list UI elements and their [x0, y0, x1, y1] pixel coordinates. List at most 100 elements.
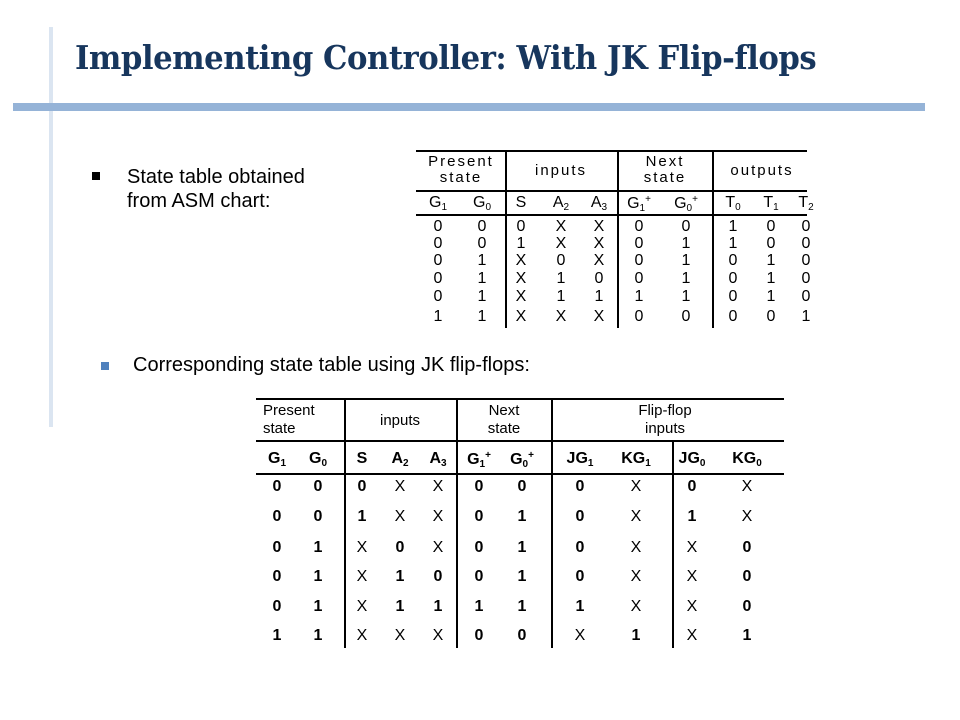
table-cell: 0 — [474, 508, 484, 525]
table-cell: 0 — [728, 270, 738, 287]
table-cell: 1 — [681, 235, 691, 252]
group-header-present-state: Present state — [428, 153, 494, 186]
table-cell: X — [593, 252, 605, 269]
table-cell: 1 — [801, 308, 811, 325]
column-header: G1+ — [467, 450, 491, 470]
table-cell: 1 — [742, 627, 752, 644]
table-cell: X — [593, 218, 605, 235]
table-cell: 0 — [728, 288, 738, 305]
table-cell: X — [432, 478, 444, 495]
table-cell: X — [686, 539, 698, 556]
group-header-flip-flop-inputs: Flip-flop inputs — [638, 402, 692, 437]
table-cell: 0 — [766, 218, 776, 235]
table-cell: 0 — [556, 252, 566, 269]
table-cell: 0 — [474, 627, 484, 644]
table-cell: 0 — [801, 270, 811, 287]
table-cell: X — [741, 478, 753, 495]
table-cell: 0 — [575, 568, 585, 585]
table-cell: 1 — [357, 508, 367, 525]
table-cell: 0 — [272, 539, 282, 556]
bullet-square-icon — [101, 362, 109, 370]
column-header: G1+ — [627, 194, 651, 214]
table-cell: 0 — [634, 235, 644, 252]
bullet-text-jk-table: Corresponding state table using JK flip-… — [133, 354, 530, 376]
table-cell: 0 — [801, 235, 811, 252]
table-cell: 1 — [517, 598, 527, 615]
table-cell: X — [555, 308, 567, 325]
table-cell: X — [394, 478, 406, 495]
table-cell: 0 — [272, 508, 282, 525]
table-cell: 0 — [272, 568, 282, 585]
bullet-text-state-table: State table obtained from ASM chart: — [127, 166, 305, 212]
table-cell: 0 — [681, 308, 691, 325]
table-cell: 1 — [477, 308, 487, 325]
column-header: T1 — [763, 194, 779, 213]
table-cell: X — [555, 218, 567, 235]
table-cell: X — [515, 288, 527, 305]
table-cell: X — [394, 508, 406, 525]
table-cell: 0 — [357, 478, 367, 495]
table-cell: 1 — [634, 288, 644, 305]
table-cell: 1 — [313, 627, 323, 644]
table-cell: 0 — [634, 218, 644, 235]
table-cell: 0 — [477, 218, 487, 235]
table-cell: 1 — [313, 568, 323, 585]
column-header: A3 — [429, 450, 447, 469]
table-cell: 0 — [395, 539, 405, 556]
table-cell: 1 — [313, 539, 323, 556]
table-cell: 1 — [766, 288, 776, 305]
table-cell: 0 — [517, 627, 527, 644]
table-cell: 0 — [474, 478, 484, 495]
table-cell: 0 — [766, 308, 776, 325]
column-header: A2 — [552, 194, 570, 213]
table-cell: X — [593, 235, 605, 252]
table-rule — [416, 150, 807, 152]
table-cell: 0 — [742, 539, 752, 556]
table-cell: 0 — [742, 568, 752, 585]
table-cell: 1 — [433, 598, 443, 615]
table-cell: 0 — [516, 218, 526, 235]
column-header: G1 — [428, 194, 448, 213]
table-cell: 0 — [575, 508, 585, 525]
table-cell: X — [574, 627, 586, 644]
table-cell: 0 — [728, 252, 738, 269]
table-cell: X — [356, 568, 368, 585]
column-header: A3 — [590, 194, 608, 213]
table-cell: 0 — [575, 539, 585, 556]
group-header-inputs: inputs — [379, 412, 421, 429]
table-cell: 1 — [477, 270, 487, 287]
table-rule — [256, 398, 784, 400]
table-cell: X — [432, 508, 444, 525]
column-header: T2 — [798, 194, 814, 213]
table-cell: 1 — [313, 598, 323, 615]
table-cell: 0 — [766, 235, 776, 252]
table-cell: 1 — [728, 235, 738, 252]
group-header-inputs: inputs — [534, 162, 588, 179]
table-cell: 0 — [313, 508, 323, 525]
table-cell: 1 — [556, 288, 566, 305]
table-cell: 0 — [687, 478, 697, 495]
table-cell: X — [432, 539, 444, 556]
column-header: KG1 — [621, 450, 651, 469]
table-cell: 0 — [728, 308, 738, 325]
table-cell: 0 — [681, 218, 691, 235]
table-cell: 1 — [575, 598, 585, 615]
table-cell: X — [432, 627, 444, 644]
table-cell: 0 — [517, 478, 527, 495]
table-cell: 1 — [687, 508, 697, 525]
table-cell: 0 — [433, 218, 443, 235]
group-header-outputs: outputs — [730, 162, 794, 179]
table-cell: 0 — [313, 478, 323, 495]
table-cell: 1 — [728, 218, 738, 235]
table-cell: X — [686, 568, 698, 585]
table-cell: X — [686, 598, 698, 615]
table-column-divider — [617, 150, 619, 328]
table-cell: X — [630, 478, 642, 495]
table-column-divider — [712, 150, 714, 328]
table-cell: X — [356, 627, 368, 644]
column-header: G0 — [308, 450, 328, 469]
group-header-next-state: Next state — [487, 402, 521, 437]
table-cell: 0 — [801, 252, 811, 269]
table-cell: 0 — [474, 568, 484, 585]
table-cell: 1 — [395, 598, 405, 615]
